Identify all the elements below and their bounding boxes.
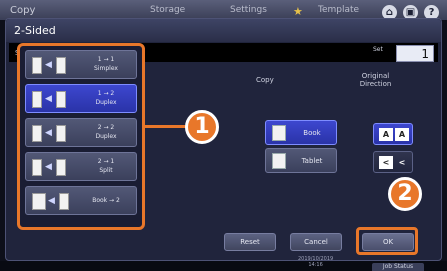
star-icon[interactable]: ★ — [293, 5, 303, 18]
copy-label: Copy — [256, 76, 274, 84]
rotated-a-icon: < — [398, 158, 406, 167]
mode-list: ◀ 1 → 1 Simplex ◀ 1 → 2 Duplex ◀ 2 → 2 Dupl… — [17, 43, 145, 230]
set-label: Set — [373, 46, 383, 53]
top-menu-bar: Copy Storage Settings ★ Template ⌂ ▣ ? — [0, 0, 447, 20]
mode-split-button[interactable]: ◀ 2 → 1 Split — [25, 152, 137, 181]
callout-line — [145, 125, 187, 128]
letter-a-icon: A — [395, 128, 409, 141]
reset-button[interactable]: Reset — [224, 233, 276, 251]
direction-top-top-button[interactable]: A A — [373, 123, 413, 145]
mode-simplex-button[interactable]: ◀ 1 → 1 Simplex — [25, 50, 137, 79]
direction-top-left-button[interactable]: < < — [373, 151, 413, 173]
simplex-icon: ◀ — [32, 57, 72, 74]
job-status-button[interactable]: Job Status — [372, 263, 424, 271]
tab-settings[interactable]: Settings — [230, 5, 267, 15]
mode-book-button[interactable]: ◀ Book → 2 — [25, 186, 137, 215]
duplex-icon: ◀ — [32, 91, 72, 108]
letter-a-icon: A — [379, 128, 393, 141]
tablet-icon — [272, 153, 286, 169]
cancel-button[interactable]: Cancel — [290, 233, 342, 251]
split-icon: ◀ — [32, 159, 72, 176]
tab-template[interactable]: Template — [318, 5, 359, 15]
ok-button-highlight — [356, 227, 418, 255]
tab-storage[interactable]: Storage — [150, 5, 185, 15]
book-copy-button[interactable]: Book — [265, 120, 337, 145]
book-icon — [272, 125, 286, 141]
date-time: 2019/10/2019 14:16 — [298, 256, 334, 268]
dialog-title: 2-Sided — [6, 19, 441, 42]
tablet-copy-button[interactable]: Tablet — [265, 148, 337, 173]
mode-duplex-2-2-button[interactable]: ◀ 2 → 2 Duplex — [25, 118, 137, 147]
duplex-icon: ◀ — [32, 125, 72, 142]
rotated-a-icon: < — [379, 156, 393, 169]
mode-duplex-1-2-button[interactable]: ◀ 1 → 2 Duplex — [25, 84, 137, 113]
set-count-field[interactable]: 1 — [396, 45, 434, 62]
callout-1-badge: 1 — [185, 110, 219, 144]
original-direction-label: Original Direction — [359, 72, 392, 88]
app-title: Copy — [10, 5, 36, 16]
book-icon: ◀ — [32, 193, 72, 210]
callout-2-badge: 2 — [388, 177, 422, 211]
